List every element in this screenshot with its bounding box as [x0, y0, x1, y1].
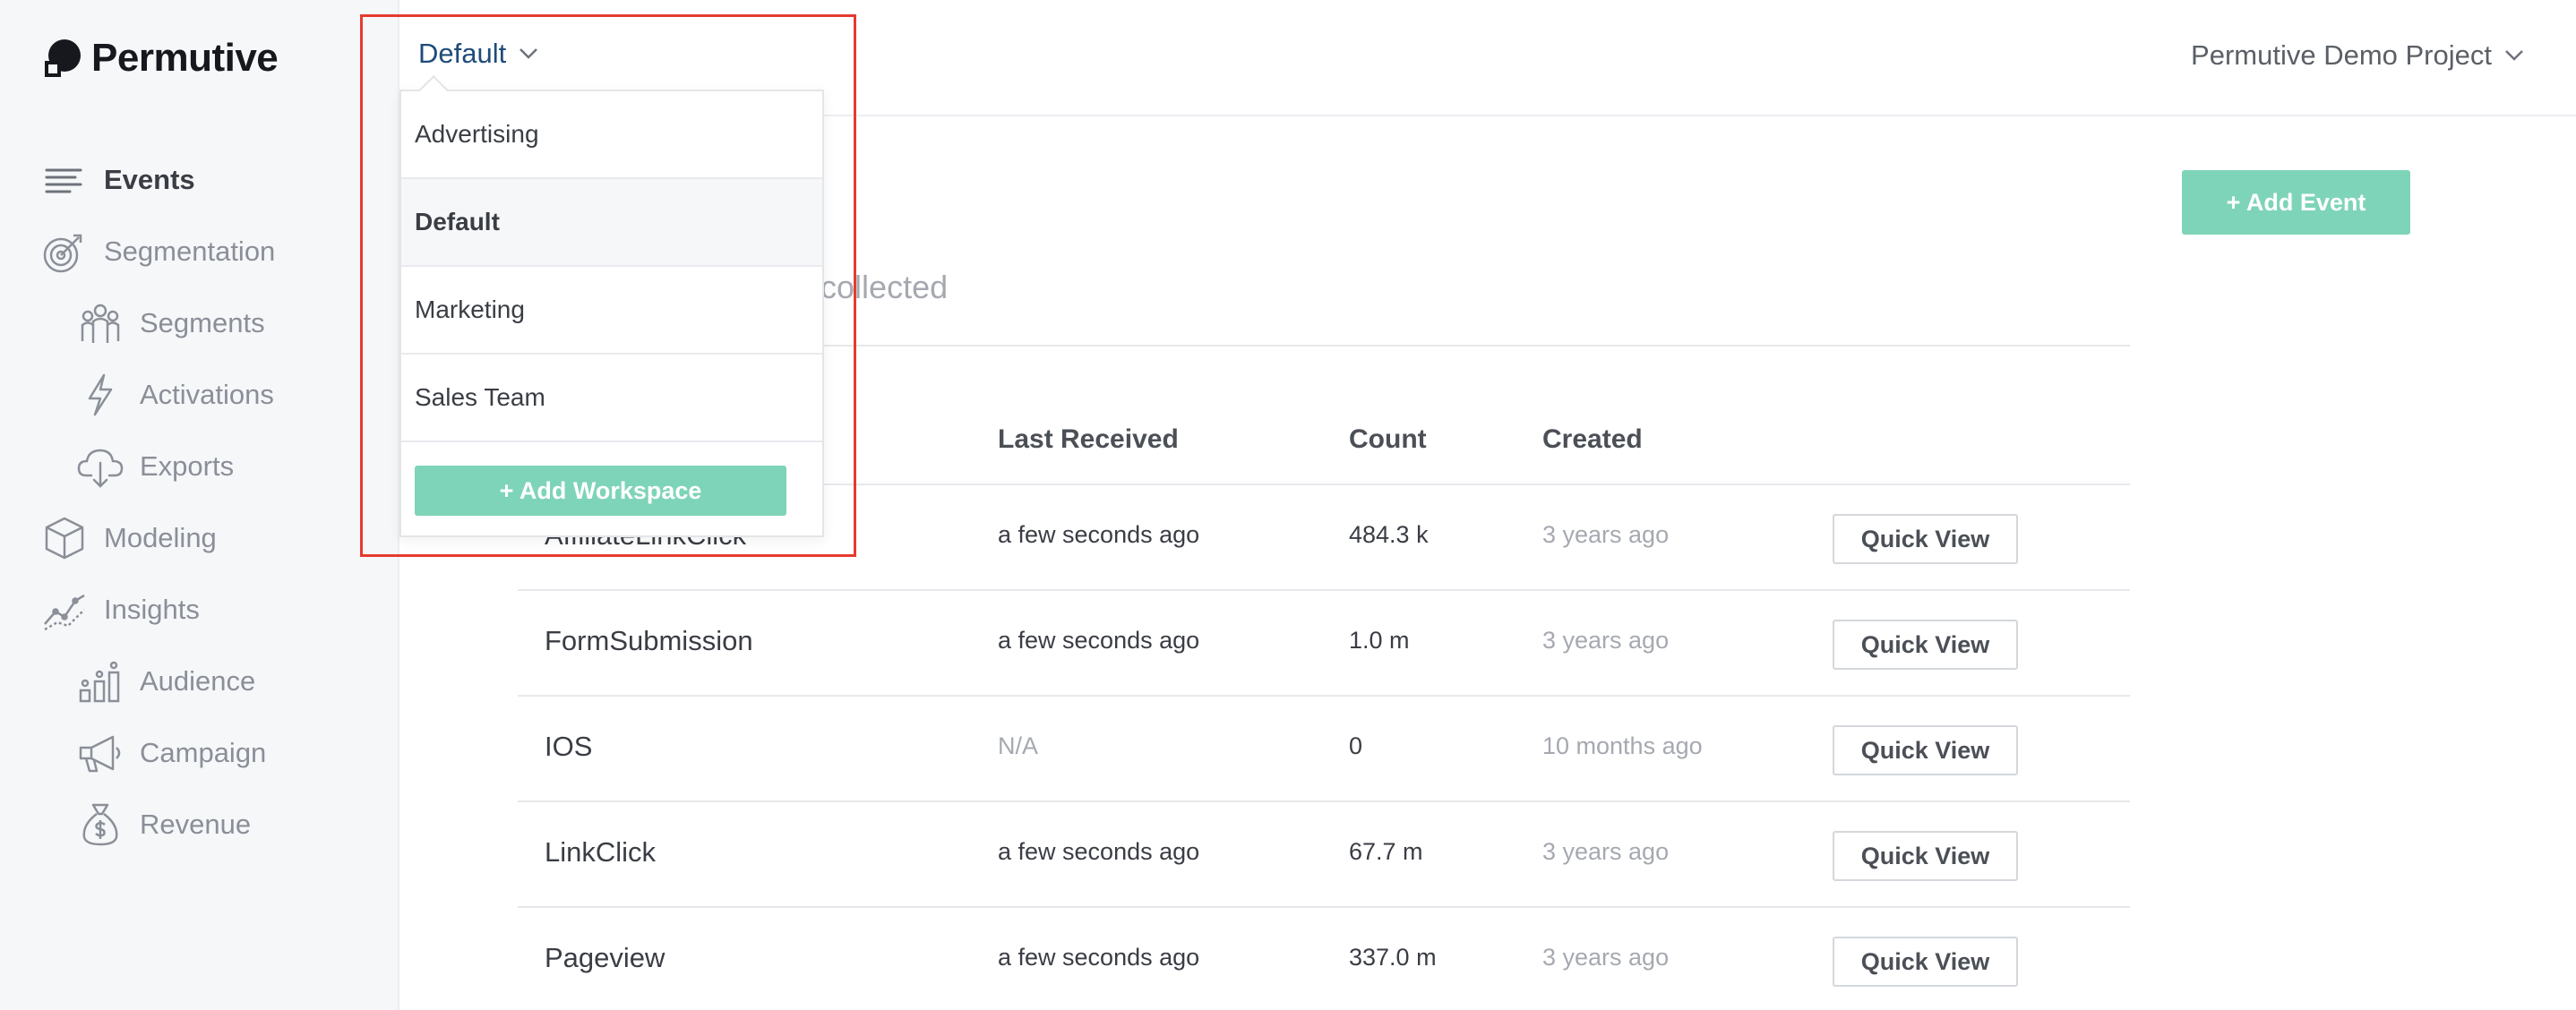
last-received: a few seconds ago — [998, 521, 1200, 548]
event-count: 67.7 m — [1349, 838, 1423, 865]
add-workspace-button[interactable]: + Add Workspace — [415, 466, 786, 516]
quick-view-button[interactable]: Quick View — [1833, 620, 2018, 670]
column-created[interactable]: Created — [1542, 424, 1643, 455]
sidebar-item-label: Events — [104, 164, 195, 195]
table-row: IOS N/A 0 10 months ago Quick View — [518, 697, 2130, 802]
created-date: 3 years ago — [1542, 838, 1670, 865]
current-workspace: Default — [418, 38, 507, 69]
created-date: 10 months ago — [1542, 732, 1703, 759]
sidebar-item-exports[interactable]: Exports — [77, 440, 234, 493]
event-name[interactable]: FormSubmission — [545, 625, 753, 657]
sidebar-item-activations[interactable]: Activations — [77, 368, 274, 422]
sidebar-item-campaign[interactable]: Campaign — [77, 726, 266, 780]
workspace-option-default[interactable]: Default — [401, 179, 822, 267]
bolt-icon — [88, 373, 113, 416]
sidebar: Permutive Events Segmentation Segments A… — [0, 0, 399, 1010]
event-name[interactable]: LinkClick — [545, 836, 656, 869]
workspace-option-advertising[interactable]: Advertising — [401, 91, 822, 179]
column-last-received[interactable]: Last Received — [998, 424, 1179, 455]
permutive-logo[interactable]: Permutive — [41, 36, 279, 81]
sidebar-item-revenue[interactable]: Revenue — [77, 798, 251, 852]
project-name: Permutive Demo Project — [2191, 39, 2492, 71]
quick-view-button[interactable]: Quick View — [1833, 514, 2018, 564]
sidebar-item-label: Audience — [140, 665, 256, 697]
people-icon — [81, 304, 120, 343]
permutive-logo-icon — [45, 39, 81, 77]
event-count: 1.0 m — [1349, 627, 1410, 654]
column-count[interactable]: Count — [1349, 424, 1427, 455]
last-received: a few seconds ago — [998, 944, 1200, 971]
sidebar-item-label: Exports — [140, 450, 235, 482]
event-count: 337.0 m — [1349, 944, 1437, 971]
line-chart-icon — [44, 594, 85, 631]
event-name[interactable]: Pageview — [545, 942, 665, 974]
sidebar-item-segmentation[interactable]: Segmentation — [41, 225, 275, 278]
target-icon — [43, 234, 82, 273]
quick-view-button[interactable]: Quick View — [1833, 831, 2018, 881]
cloud-download-icon — [77, 449, 124, 488]
chevron-down-icon — [519, 48, 538, 59]
table-row: Pageview a few seconds ago 337.0 m 3 yea… — [518, 908, 2130, 1010]
add-event-button[interactable]: + Add Event — [2182, 170, 2410, 235]
sidebar-item-label: Segments — [140, 307, 265, 338]
last-received: a few seconds ago — [998, 627, 1200, 654]
bar-people-icon — [79, 661, 120, 703]
workspace-dropdown: Advertising Default Marketing Sales Team… — [399, 75, 824, 537]
quick-view-button[interactable]: Quick View — [1833, 725, 2018, 775]
workspace-selector[interactable]: Default — [418, 38, 538, 70]
chevron-down-icon — [2505, 50, 2523, 61]
cube-icon — [45, 517, 84, 560]
event-name[interactable]: IOS — [545, 731, 592, 763]
money-bag-icon — [82, 803, 118, 846]
sidebar-item-segments[interactable]: Segments — [77, 296, 265, 350]
sidebar-item-label: Insights — [104, 594, 200, 625]
created-date: 3 years ago — [1542, 944, 1670, 971]
sidebar-item-insights[interactable]: Insights — [41, 583, 200, 637]
project-selector[interactable]: Permutive Demo Project — [2191, 39, 2524, 72]
created-date: 3 years ago — [1542, 627, 1670, 654]
event-count: 484.3 k — [1349, 521, 1429, 548]
created-date: 3 years ago — [1542, 521, 1670, 548]
event-count: 0 — [1349, 732, 1363, 759]
sidebar-item-label: Segmentation — [104, 235, 276, 267]
sidebar-item-label: Activations — [140, 379, 274, 410]
last-received: a few seconds ago — [998, 838, 1200, 865]
quick-view-button[interactable]: Quick View — [1833, 937, 2018, 987]
last-received: N/A — [998, 732, 1039, 759]
sidebar-item-events[interactable]: Events — [41, 153, 195, 207]
sidebar-item-modeling[interactable]: Modeling — [41, 511, 217, 565]
workspace-option-marketing[interactable]: Marketing — [401, 267, 822, 355]
workspace-option-sales-team[interactable]: Sales Team — [401, 355, 822, 442]
sidebar-item-audience[interactable]: Audience — [77, 655, 255, 708]
sidebar-item-label: Modeling — [104, 522, 217, 553]
table-row: LinkClick a few seconds ago 67.7 m 3 yea… — [518, 802, 2130, 908]
megaphone-icon — [79, 735, 121, 773]
brand-name: Permutive — [91, 36, 279, 80]
sidebar-item-label: Campaign — [140, 737, 267, 768]
lines-icon — [45, 168, 82, 193]
sidebar-item-label: Revenue — [140, 809, 252, 840]
table-row: FormSubmission a few seconds ago 1.0 m 3… — [518, 591, 2130, 697]
